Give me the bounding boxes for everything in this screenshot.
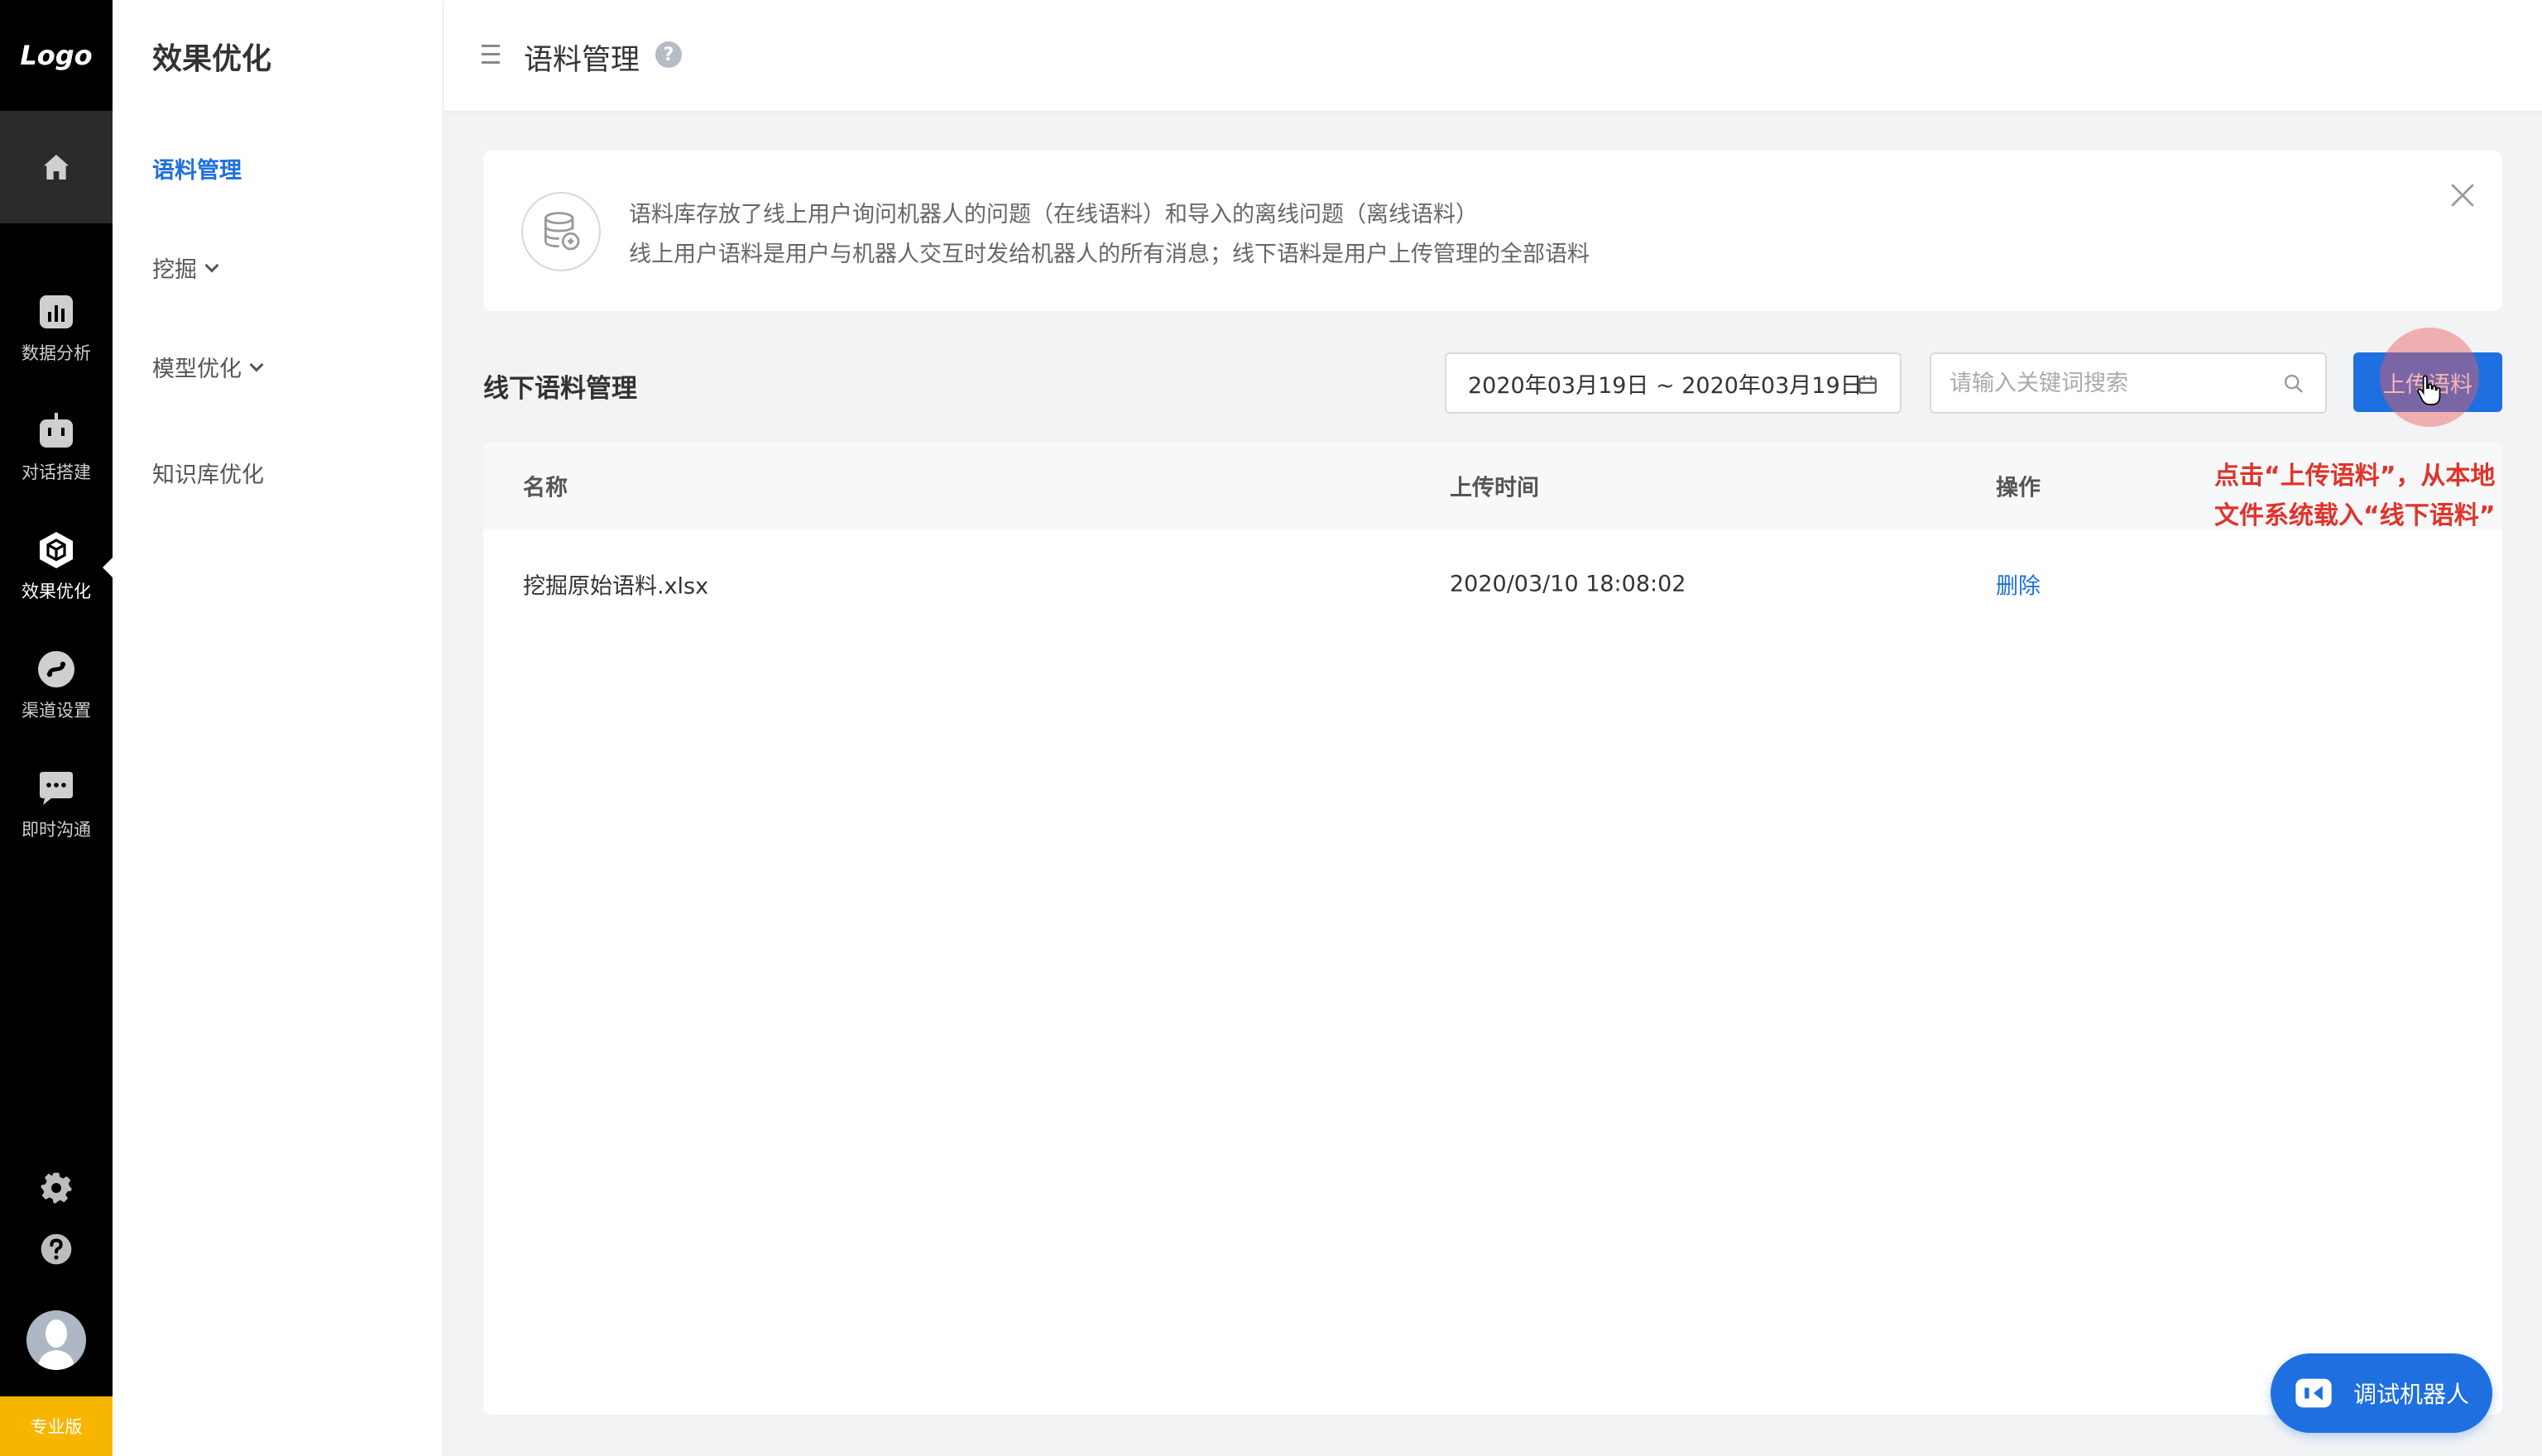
logo: Logo bbox=[20, 40, 93, 71]
gear-icon[interactable] bbox=[36, 1168, 76, 1208]
date-range-picker[interactable]: 2020年03月19日 ~ 2020年03月19日 bbox=[1445, 352, 1902, 414]
cell-name: 挖掘原始语料.xlsx bbox=[523, 573, 709, 600]
bar-chart-icon bbox=[36, 292, 76, 332]
rail-item-label: 数据分析 bbox=[22, 343, 91, 363]
submenu-title: 效果优化 bbox=[152, 42, 272, 76]
bot-icon bbox=[2295, 1378, 2332, 1408]
annotation-line-1: 点击“上传语料”，从本地 bbox=[2214, 462, 2496, 491]
submenu-item-kb-optimization[interactable]: 知识库优化 bbox=[152, 457, 264, 489]
rail-item-label: 渠道设置 bbox=[22, 701, 91, 721]
calendar-icon bbox=[1859, 376, 1877, 394]
chevron-down-icon bbox=[249, 357, 264, 371]
info-text: 语料库存放了线上用户询问机器人的问题（在线语料）和导入的离线问题（离线语料） 线… bbox=[629, 195, 1590, 275]
table-header: 名称 上传时间 操作 bbox=[483, 442, 2502, 529]
rail-item-channel-settings[interactable]: 渠道设置 bbox=[0, 632, 113, 740]
rail-item-label: 对话搭建 bbox=[22, 462, 91, 482]
annotation-line-2: 文件系统载入“线下语料” bbox=[2214, 501, 2496, 530]
info-line-1: 语料库存放了线上用户询问机器人的问题（在线语料）和导入的离线问题（离线语料） bbox=[629, 202, 1478, 228]
search-icon[interactable] bbox=[2282, 372, 2305, 395]
menu-toggle-icon[interactable] bbox=[482, 45, 500, 65]
question-icon[interactable]: ? bbox=[655, 41, 682, 68]
table-row: 挖掘原始语料.xlsx 2020/03/10 18:08:02 删除 bbox=[483, 529, 2502, 639]
info-banner: 语料库存放了线上用户询问机器人的问题（在线语料）和导入的离线问题（离线语料） 线… bbox=[483, 151, 2502, 311]
corpus-table: 名称 上传时间 操作 挖掘原始语料.xlsx 2020/03/10 18:08:… bbox=[483, 442, 2502, 1415]
edition-badge: 专业版 bbox=[0, 1396, 113, 1456]
search-input[interactable] bbox=[1931, 354, 2262, 412]
help-icon[interactable] bbox=[36, 1229, 76, 1269]
rail-item-optimization[interactable]: 效果优化 bbox=[0, 513, 113, 620]
debug-bot-button[interactable]: 调试机器人 bbox=[2271, 1353, 2492, 1433]
database-icon bbox=[521, 192, 601, 271]
submenu-item-label: 挖掘 bbox=[152, 257, 197, 283]
submenu-item-mining[interactable]: 挖掘 bbox=[152, 251, 219, 284]
chat-icon bbox=[36, 769, 76, 808]
upload-corpus-button[interactable]: 上传语料 bbox=[2353, 352, 2502, 412]
cell-time: 2020/03/10 18:08:02 bbox=[1450, 571, 1686, 597]
cube-icon bbox=[36, 530, 76, 570]
home-button[interactable] bbox=[0, 111, 113, 223]
robot-icon bbox=[36, 411, 76, 451]
home-icon bbox=[44, 155, 69, 180]
submenu-item-model-optimization[interactable]: 模型优化 bbox=[152, 351, 264, 383]
column-header-op: 操作 bbox=[1996, 475, 2041, 501]
page-title: 语料管理 bbox=[524, 44, 640, 77]
section-title: 线下语料管理 bbox=[483, 374, 637, 404]
secondary-menu: 效果优化 语料管理 挖掘 模型优化 知识库优化 bbox=[113, 0, 444, 1456]
page-header: 语料管理 ? bbox=[444, 0, 2542, 111]
rail-item-label: 效果优化 bbox=[22, 582, 91, 601]
debug-bot-label: 调试机器人 bbox=[2353, 1381, 2470, 1408]
channel-icon bbox=[36, 649, 76, 689]
rail-item-instant-chat[interactable]: 即时沟通 bbox=[0, 751, 113, 859]
submenu-item-label: 语料管理 bbox=[152, 158, 242, 184]
submenu-item-corpus[interactable]: 语料管理 bbox=[152, 152, 242, 184]
main-nav-rail: Logo 数据分析 对话搭建 效果优化 渠道设置 即时沟通 专业版 bbox=[0, 0, 114, 1456]
column-header-name: 名称 bbox=[523, 475, 568, 501]
submenu-item-label: 模型优化 bbox=[152, 357, 242, 382]
chevron-down-icon bbox=[204, 258, 219, 272]
delete-link[interactable]: 删除 bbox=[1996, 568, 2041, 601]
search-box bbox=[1930, 352, 2327, 414]
rail-item-dialog-builder[interactable]: 对话搭建 bbox=[0, 394, 113, 501]
close-icon[interactable] bbox=[2448, 180, 2477, 210]
date-range-value: 2020年03月19日 ~ 2020年03月19日 bbox=[1468, 372, 1863, 399]
avatar[interactable] bbox=[26, 1310, 86, 1370]
rail-item-label: 即时沟通 bbox=[22, 820, 91, 840]
column-header-time: 上传时间 bbox=[1450, 475, 1539, 501]
submenu-item-label: 知识库优化 bbox=[152, 462, 264, 488]
info-line-2: 线上用户语料是用户与机器人交互时发给机器人的所有消息；线下语料是用户上传管理的全… bbox=[629, 242, 1590, 267]
annotation-callout: 点击“上传语料”，从本地 文件系统载入“线下语料” bbox=[2214, 457, 2529, 536]
rail-item-data-analysis[interactable]: 数据分析 bbox=[0, 275, 113, 382]
